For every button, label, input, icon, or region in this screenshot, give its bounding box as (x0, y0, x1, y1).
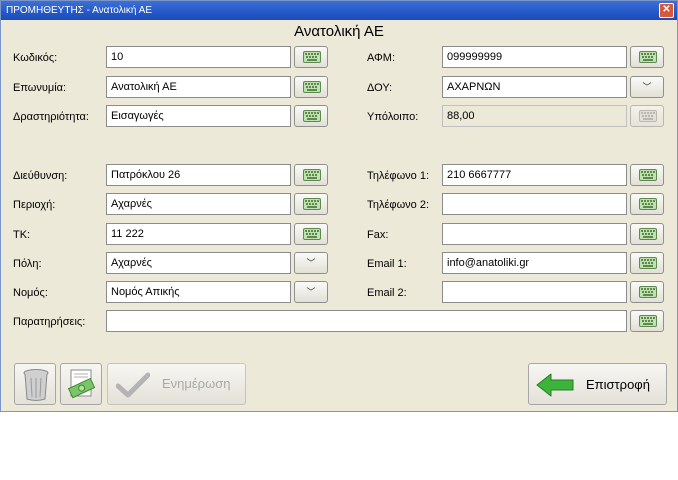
nomos-dropdown-button[interactable]: ﹀ (294, 281, 328, 303)
email2-keyboard-button[interactable] (630, 281, 664, 303)
title-bar: ΠΡΟΜΗΘΕΥΤΗΣ - Ανατολική ΑΕ ✕ (1, 1, 677, 20)
afm-keyboard-button[interactable] (630, 46, 664, 68)
keyboard-icon (303, 110, 321, 122)
eponymia-label: Επωνυμία: (13, 82, 67, 94)
tk-field[interactable]: 11 222 (106, 223, 291, 245)
window-title: ΠΡΟΜΗΘΕΥΤΗΣ - Ανατολική ΑΕ (6, 5, 152, 16)
email1-field[interactable]: info@anatoliki.gr (442, 252, 627, 274)
check-icon (116, 372, 150, 398)
paratiriseis-label: Παρατηρήσεις: (13, 316, 86, 328)
tilefono2-label: Τηλέφωνο 2: (367, 199, 430, 211)
fax-field[interactable] (442, 223, 627, 245)
tk-label: ΤΚ: (13, 229, 31, 241)
supplier-window: ΠΡΟΜΗΘΕΥΤΗΣ - Ανατολική ΑΕ ✕ Ανατολική Α… (0, 0, 678, 412)
tilefono1-field[interactable]: 210 6667777 (442, 164, 627, 186)
update-button-label: Ενημέρωση (162, 376, 231, 391)
payments-button[interactable] (60, 363, 102, 405)
return-button[interactable]: Επιστροφή (528, 363, 667, 405)
doy-label: ΔΟΥ: (367, 82, 393, 94)
afm-field[interactable]: 099999999 (442, 46, 627, 68)
tilefono2-keyboard-button[interactable] (630, 193, 664, 215)
tilefono1-keyboard-button[interactable] (630, 164, 664, 186)
perioxi-label: Περιοχή: (13, 199, 56, 211)
close-icon: ✕ (662, 4, 671, 15)
ypoloipo-label: Υπόλοιπο: (367, 111, 419, 123)
nomos-field[interactable]: Νομός Απικής (106, 281, 291, 303)
nomos-label: Νομός: (13, 287, 48, 299)
return-button-label: Επιστροφή (586, 377, 650, 392)
update-button[interactable]: Ενημέρωση (107, 363, 246, 405)
eponymia-field[interactable]: Ανατολική ΑΕ (106, 76, 291, 98)
keyboard-icon (639, 315, 657, 327)
keyboard-icon (303, 198, 321, 210)
kodikos-keyboard-button[interactable] (294, 46, 328, 68)
ypoloipo-keyboard-button (630, 105, 664, 127)
keyboard-icon (303, 228, 321, 240)
delete-button[interactable] (14, 363, 56, 405)
doy-field[interactable]: ΑΧΑΡΝΩΝ (442, 76, 627, 98)
trash-icon (23, 369, 49, 401)
fax-keyboard-button[interactable] (630, 223, 664, 245)
tk-keyboard-button[interactable] (294, 223, 328, 245)
paratiriseis-keyboard-button[interactable] (630, 310, 664, 332)
drastiriotita-keyboard-button[interactable] (294, 105, 328, 127)
doy-dropdown-button[interactable]: ﹀ (630, 76, 664, 98)
dieythynsi-keyboard-button[interactable] (294, 164, 328, 186)
tilefono1-label: Τηλέφωνο 1: (367, 170, 430, 182)
keyboard-icon (639, 110, 657, 122)
chevron-down-icon: ﹀ (306, 287, 316, 297)
dieythynsi-field[interactable]: Πατρόκλου 26 (106, 164, 291, 186)
money-icon (67, 369, 96, 399)
form-title: Ανατολική ΑΕ (294, 23, 384, 40)
paratiriseis-field[interactable] (106, 310, 627, 332)
drastiriotita-label: Δραστηριότητα: (13, 111, 89, 123)
keyboard-icon (303, 51, 321, 63)
email1-keyboard-button[interactable] (630, 252, 664, 274)
eponymia-keyboard-button[interactable] (294, 76, 328, 98)
poli-field[interactable]: Αχαρνές (106, 252, 291, 274)
chevron-down-icon: ﹀ (642, 82, 652, 92)
drastiriotita-field[interactable]: Εισαγωγές (106, 105, 291, 127)
dieythynsi-label: Διεύθυνση: (13, 170, 68, 182)
kodikos-label: Κωδικός: (13, 52, 58, 64)
afm-label: ΑΦΜ: (367, 52, 396, 64)
keyboard-icon (639, 169, 657, 181)
ypoloipo-field: 88,00 (442, 105, 627, 127)
kodikos-field[interactable]: 10 (106, 46, 291, 68)
close-button[interactable]: ✕ (659, 3, 674, 18)
fax-label: Fax: (367, 229, 389, 241)
email1-label: Email 1: (367, 258, 407, 270)
keyboard-icon (639, 51, 657, 63)
email2-field[interactable] (442, 281, 627, 303)
tilefono2-field[interactable] (442, 193, 627, 215)
poli-dropdown-button[interactable]: ﹀ (294, 252, 328, 274)
email2-label: Email 2: (367, 287, 407, 299)
keyboard-icon (639, 286, 657, 298)
chevron-down-icon: ﹀ (306, 258, 316, 268)
keyboard-icon (639, 257, 657, 269)
keyboard-icon (639, 228, 657, 240)
keyboard-icon (303, 169, 321, 181)
perioxi-field[interactable]: Αχαρνές (106, 193, 291, 215)
keyboard-icon (303, 81, 321, 93)
poli-label: Πόλη: (13, 258, 42, 270)
perioxi-keyboard-button[interactable] (294, 193, 328, 215)
keyboard-icon (639, 198, 657, 210)
arrow-left-icon (536, 373, 574, 397)
